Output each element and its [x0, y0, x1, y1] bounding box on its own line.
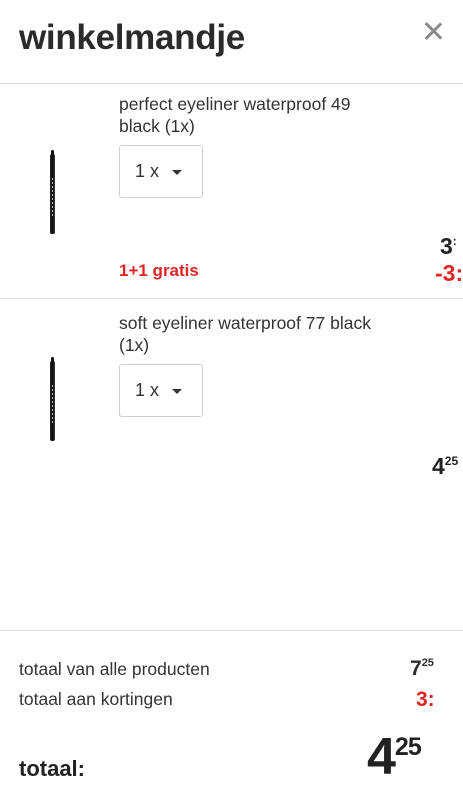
- cart-header: winkelmandje: [0, 0, 463, 84]
- total-value: 425: [367, 727, 422, 787]
- item-price: 3:: [440, 233, 457, 260]
- item-price-main: 4: [432, 453, 445, 479]
- cart-item: perfect eyeliner waterproof 49 black (1x…: [0, 84, 463, 299]
- item-price: 425: [432, 453, 458, 480]
- close-icon[interactable]: [420, 18, 446, 44]
- chevron-down-icon: [172, 389, 182, 394]
- total-discounts-label: totaal aan kortingen: [19, 689, 173, 709]
- total-products-main: 7: [410, 657, 422, 680]
- total-products-label: totaal van alle producten: [19, 659, 210, 679]
- quantity-value: 1 x: [135, 161, 160, 181]
- total-sup: 25: [394, 733, 422, 761]
- total-discounts-value: 3:: [416, 688, 435, 711]
- product-name[interactable]: soft eyeliner waterproof 77 black (1x): [119, 312, 379, 356]
- item-price-main: 3: [440, 233, 453, 259]
- product-image[interactable]: [48, 150, 58, 234]
- eyeliner-pencil-icon: [50, 150, 55, 234]
- cart-summary: totaal van alle producten 725 totaal aan…: [0, 630, 463, 793]
- chevron-down-icon: [172, 170, 182, 175]
- page-title: winkelmandje: [19, 18, 245, 57]
- total-main: 4: [367, 728, 396, 786]
- product-name[interactable]: perfect eyeliner waterproof 49 black (1x…: [119, 93, 379, 137]
- quantity-select[interactable]: 1 x: [119, 364, 203, 417]
- total-products-value: 725: [410, 657, 434, 681]
- total-label: totaal:: [19, 756, 85, 781]
- item-price-sup: 25: [444, 454, 459, 468]
- product-image[interactable]: [48, 357, 58, 441]
- total-products-sup: 25: [421, 657, 434, 669]
- eyeliner-pencil-icon: [50, 357, 55, 441]
- promo-label: 1+1 gratis: [119, 261, 199, 280]
- quantity-select[interactable]: 1 x: [119, 145, 203, 198]
- cart-item: soft eyeliner waterproof 77 black (1x) 1…: [0, 299, 463, 630]
- item-discount: -3:: [435, 260, 463, 286]
- quantity-value: 1 x: [135, 380, 160, 400]
- item-price-sup: :: [452, 234, 457, 248]
